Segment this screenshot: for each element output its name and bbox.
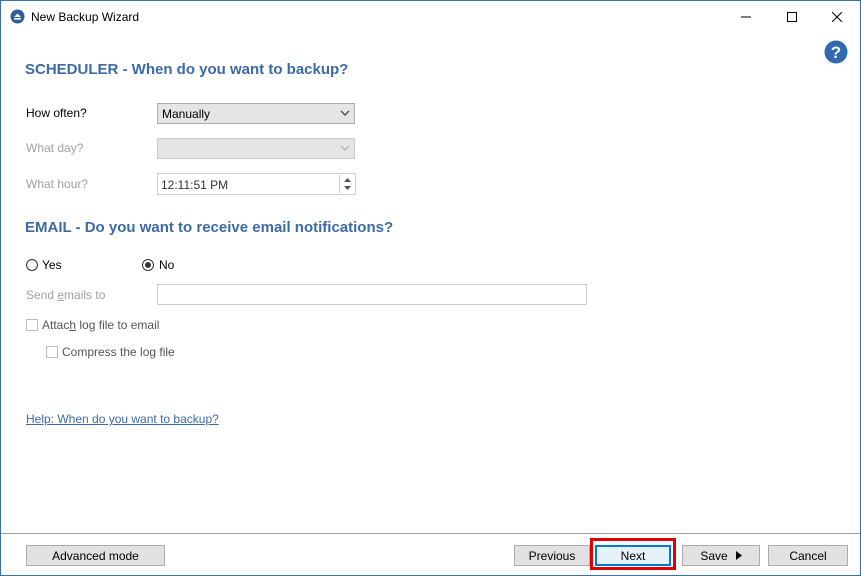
help-link[interactable]: Help: When do you want to backup? — [26, 412, 219, 426]
caret-right-icon — [735, 551, 742, 560]
app-icon — [10, 9, 25, 24]
advanced-mode-button[interactable]: Advanced mode — [26, 545, 165, 566]
attach-log-checkbox[interactable] — [26, 319, 38, 331]
wizard-window: New Backup Wizard ? SCHEDULER - When do … — [0, 0, 861, 576]
send-emails-input[interactable] — [157, 284, 587, 305]
title-bar: New Backup Wizard — [1, 1, 860, 32]
how-often-label: How often? — [26, 106, 87, 120]
email-yes-label[interactable]: Yes — [42, 258, 62, 272]
maximize-button[interactable] — [769, 1, 815, 32]
email-no-label[interactable]: No — [159, 258, 174, 272]
send-emails-label: Send emails to — [26, 288, 106, 302]
compress-log-checkbox[interactable] — [46, 346, 58, 358]
what-hour-label: What hour? — [26, 177, 89, 191]
email-no-radio[interactable] — [142, 259, 154, 271]
chevron-down-icon — [340, 145, 350, 151]
what-day-select[interactable] — [157, 138, 355, 159]
time-spinner[interactable] — [339, 175, 354, 193]
maximize-icon — [787, 11, 797, 22]
footer-divider — [1, 533, 860, 534]
how-often-value: Manually — [162, 107, 211, 121]
next-button-highlight — [590, 538, 676, 570]
help-icon[interactable]: ? — [824, 40, 848, 64]
what-hour-picker[interactable]: 12:11:51 PM — [157, 173, 356, 195]
attach-log-label[interactable]: Attach log file to email — [42, 318, 159, 332]
how-often-select[interactable]: Manually — [157, 103, 355, 124]
minimize-icon — [741, 16, 751, 17]
chevron-down-icon — [340, 110, 350, 116]
minimize-button[interactable] — [723, 1, 769, 32]
save-button[interactable]: Save — [682, 545, 760, 566]
email-heading: EMAIL - Do you want to receive email not… — [25, 219, 394, 236]
previous-button[interactable]: Previous — [514, 545, 590, 566]
save-label: Save — [700, 548, 728, 563]
window-title: New Backup Wizard — [31, 10, 140, 24]
radio-selected-dot — [145, 262, 151, 268]
cancel-button[interactable]: Cancel — [768, 545, 848, 566]
scheduler-heading: SCHEDULER - When do you want to backup? — [25, 61, 349, 78]
what-hour-value: 12:11:51 PM — [161, 178, 229, 192]
compress-log-label[interactable]: Compress the log file — [62, 345, 175, 359]
spin-down-icon[interactable] — [340, 184, 354, 193]
svg-text:?: ? — [831, 43, 841, 62]
email-yes-radio[interactable] — [26, 259, 38, 271]
close-button[interactable] — [814, 1, 860, 32]
what-day-label: What day? — [26, 141, 84, 155]
spin-up-icon[interactable] — [340, 175, 354, 184]
close-icon — [832, 11, 842, 22]
